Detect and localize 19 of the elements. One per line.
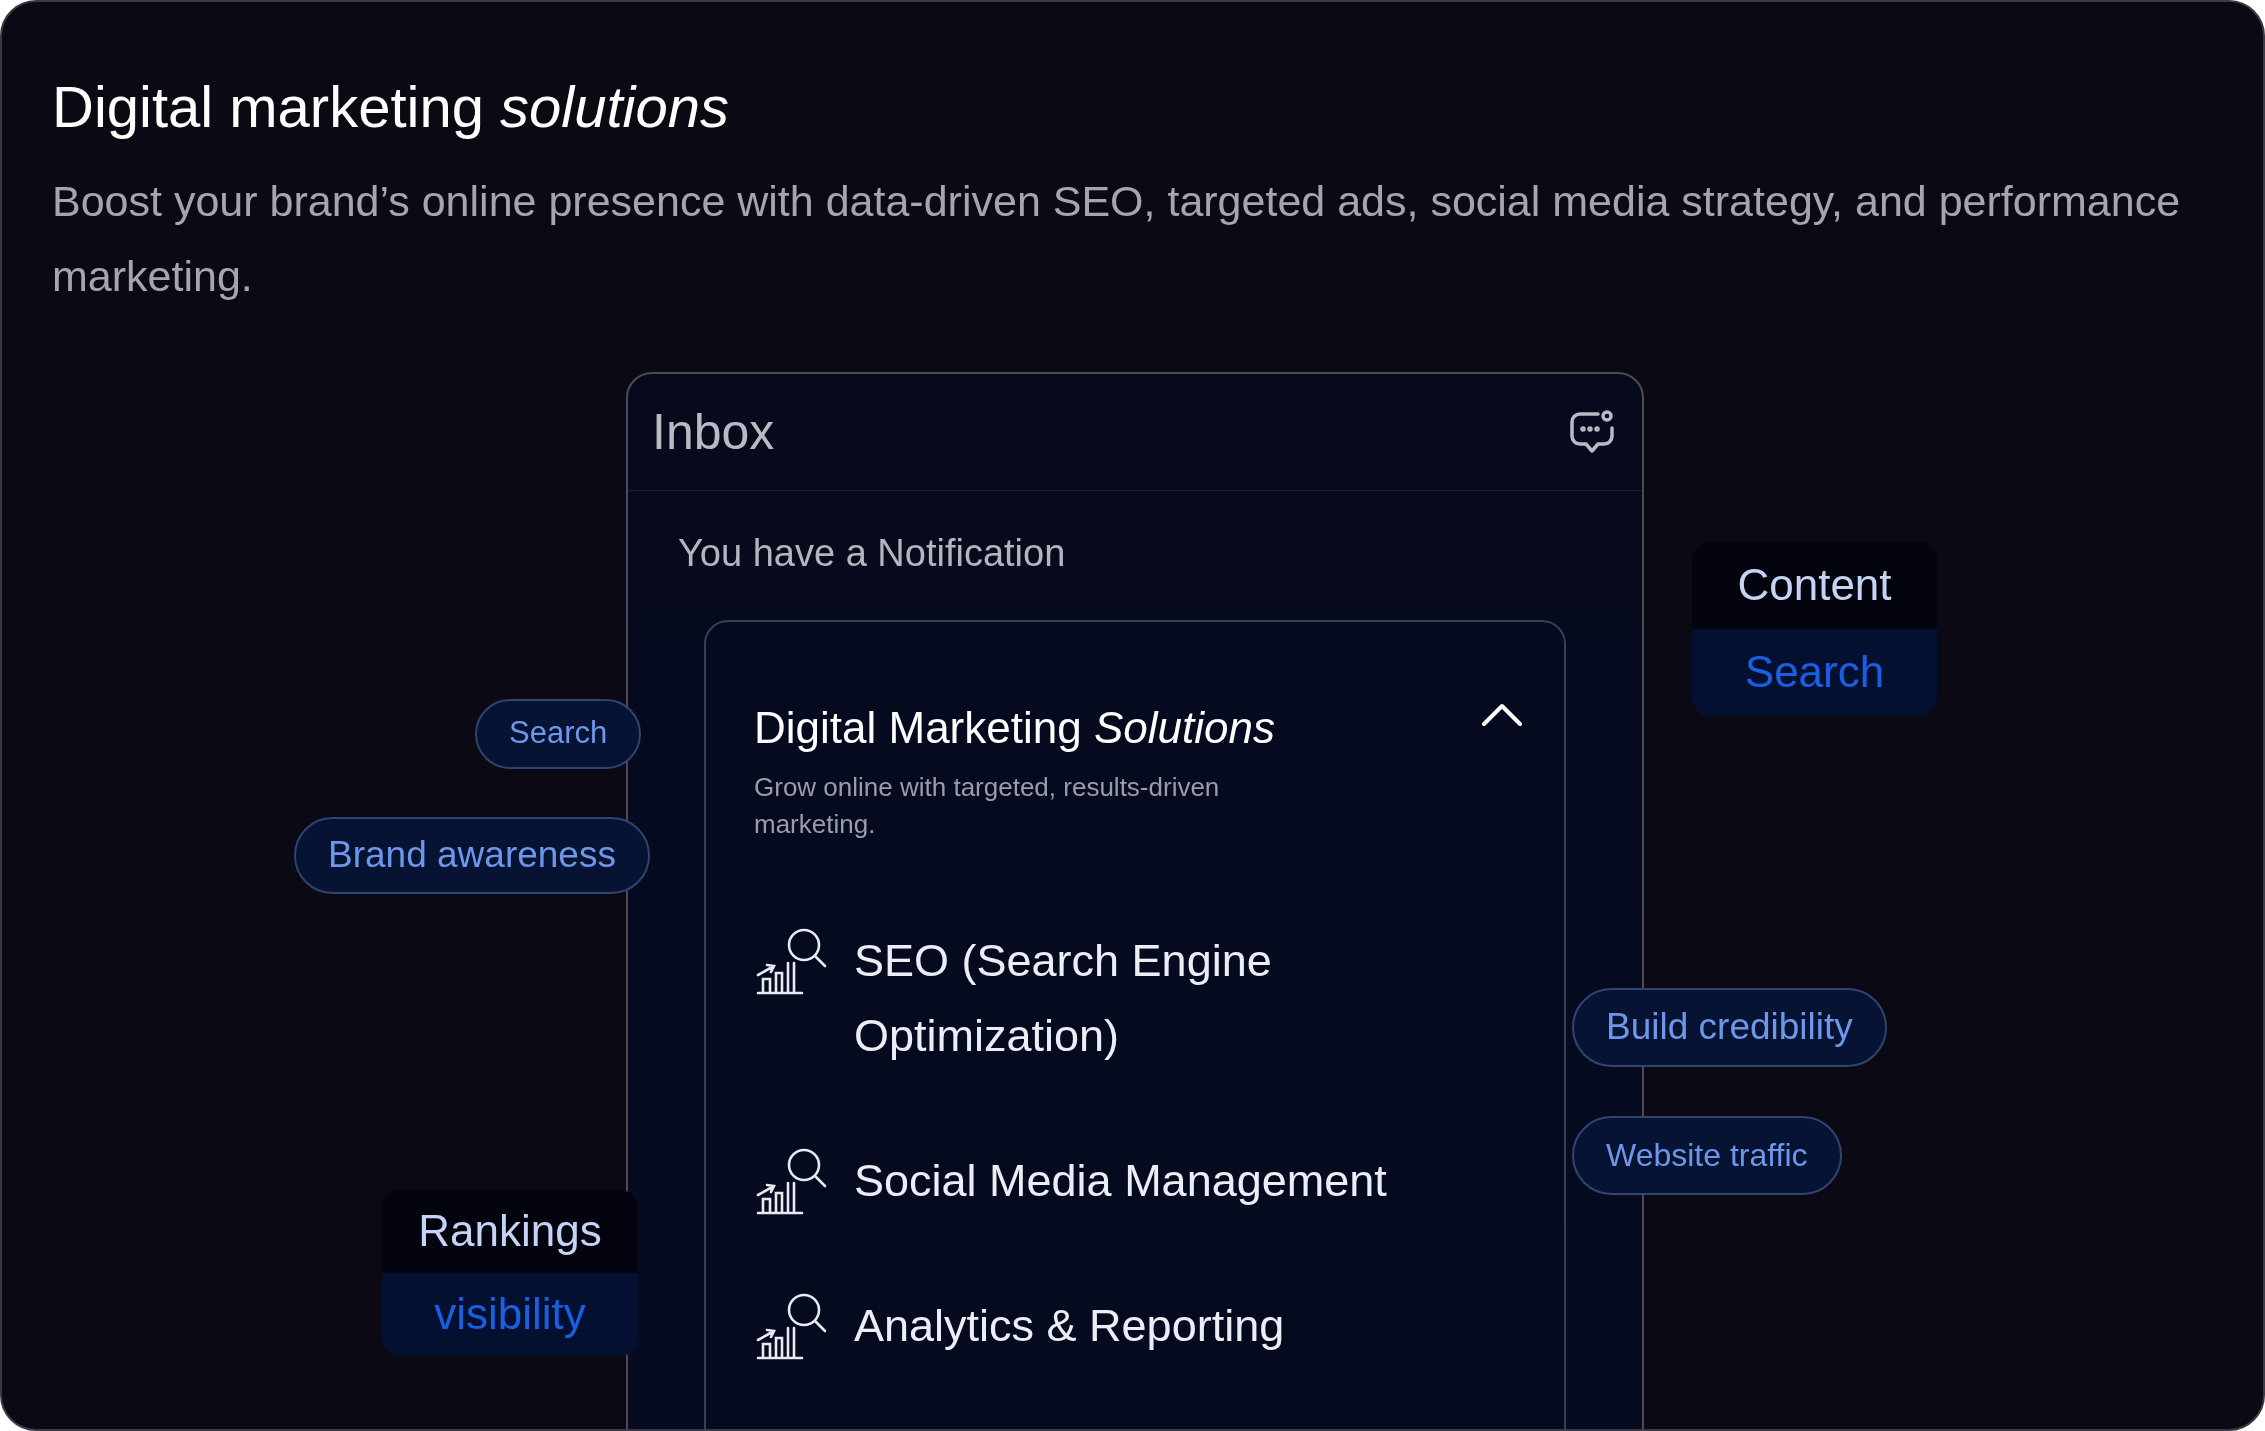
card-subtitle: Grow online with targeted, results-driven marketing. — [754, 771, 1221, 841]
tag: Brand awareness — [294, 816, 650, 894]
description: Boost your brand’s online presence with data-driven SEO, targeted ads, social media strategy, and performance marketing. — [52, 175, 2182, 302]
service-label[interactable]: Analytics & Reporting — [854, 1288, 1414, 1363]
notification-label: You have a Notification — [678, 530, 1067, 576]
keyword-label: Rankings — [382, 1189, 638, 1273]
keyword-label: Content — [1692, 541, 1937, 629]
heading: Digital marketing solutions — [52, 73, 730, 141]
keyword-highlight: Search — [1692, 628, 1937, 716]
tag: Search — [475, 698, 642, 769]
keyword-highlight: visibility — [382, 1272, 638, 1356]
service-label[interactable]: SEO (Search Engine Optimization) — [854, 923, 1414, 1073]
tag: Website traffic — [1572, 1115, 1842, 1195]
tag: Build credibility — [1572, 987, 1887, 1067]
inbox-title: Inbox — [652, 402, 775, 462]
chat-bubble-icon[interactable] — [1568, 407, 1616, 456]
chevron-icon[interactable] — [1480, 702, 1524, 729]
service-label[interactable]: Social Media Management — [854, 1143, 1414, 1218]
card-title: Digital Marketing Solutions — [754, 702, 1276, 755]
